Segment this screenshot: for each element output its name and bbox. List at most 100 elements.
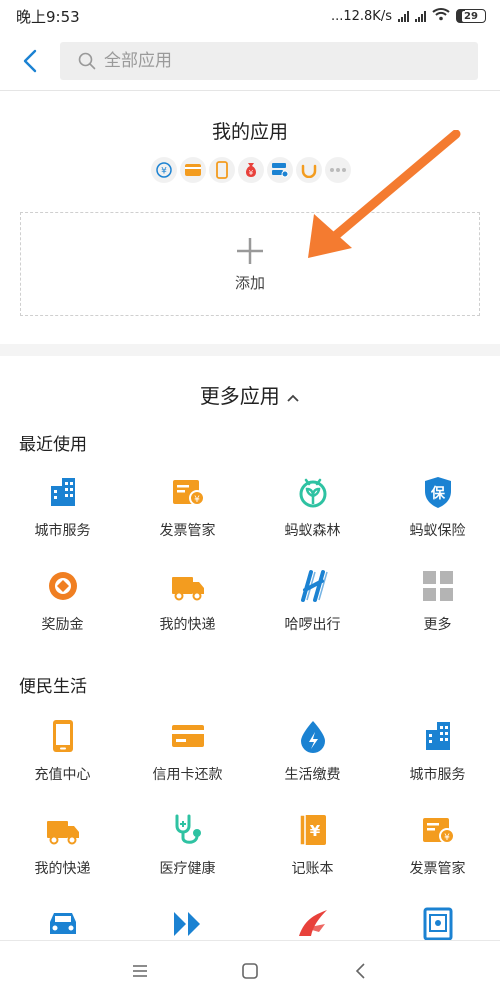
svg-text:¥: ¥ (249, 169, 254, 177)
life-app-item[interactable]: 充值中心 (0, 700, 125, 794)
city-service-icon (45, 474, 81, 510)
hello-bike-icon (295, 568, 331, 604)
delivery-truck-icon (45, 812, 81, 848)
home-square-icon (242, 962, 258, 979)
more-dots-icon (325, 157, 351, 183)
battery-icon: 29 (456, 9, 486, 23)
svg-text:保: 保 (430, 485, 446, 502)
more-apps-section: 更多应用 最近使用 城市服务 ¥ 发票管家 蚂蚁森林保蚂蚁保险 奖励金 我的快递 哈啰出行更… (0, 356, 500, 940)
life-section-title: 便民生活 (19, 677, 87, 697)
system-nav-bar (0, 940, 500, 1000)
more-apps-label: 更多应用 (199, 384, 280, 408)
recent-app-label: 发票管家 (159, 523, 216, 539)
back-chevron-icon (355, 962, 365, 979)
search-box[interactable] (60, 42, 478, 80)
ant-forest-icon (295, 474, 331, 510)
invoice-icon: ¥ (420, 812, 456, 848)
life-app-label: 城市服务 (409, 767, 466, 783)
my-apps-section: 我的应用 ¥ ¥ 添加 (0, 90, 500, 344)
utility-drop-icon (295, 718, 331, 754)
recent-section-title: 最近使用 (19, 435, 87, 455)
nav-back-button[interactable] (345, 956, 375, 986)
menu-button[interactable] (125, 956, 155, 986)
my-apps-icons[interactable]: ¥ ¥ (151, 157, 351, 183)
life-app-label: 信用卡还款 (152, 767, 223, 783)
insurance-shield-icon: 保 (420, 474, 456, 510)
life-app-item[interactable] (375, 888, 500, 940)
recent-app-label: 我的快递 (159, 617, 216, 633)
recent-app-item[interactable]: 蚂蚁森林 (250, 456, 375, 550)
airline-icon (295, 906, 331, 940)
network-speed: ...12.8K/s (330, 8, 392, 24)
life-app-label: 记账本 (291, 861, 334, 877)
phone-icon (209, 157, 235, 183)
life-app-label: 我的快递 (34, 861, 91, 877)
recent-app-item[interactable]: 保蚂蚁保险 (375, 456, 500, 550)
life-app-item[interactable]: ¥ 记账本 (250, 794, 375, 888)
recent-app-label: 蚂蚁保险 (409, 523, 466, 539)
add-app-button[interactable]: 添加 (20, 212, 480, 316)
account-book-icon: ¥ (295, 812, 331, 848)
life-app-label: 发票管家 (409, 861, 466, 877)
signal-icon-2 (415, 10, 426, 22)
life-app-item[interactable]: 我的快递 (0, 794, 125, 888)
back-icon (23, 49, 37, 73)
forward-chevrons-icon (170, 906, 206, 940)
life-app-item[interactable] (0, 888, 125, 940)
life-app-item[interactable]: 医疗健康 (125, 794, 250, 888)
life-app-label: 生活缴费 (284, 767, 341, 783)
status-bar: 晚上9:53 ...12.8K/s 29 (0, 0, 500, 32)
recent-app-label: 蚂蚁森林 (284, 523, 341, 539)
life-app-label: 医疗健康 (159, 861, 216, 877)
battery-level: 29 (462, 10, 480, 22)
phone-recharge-icon (45, 718, 81, 754)
recent-app-label: 奖励金 (41, 617, 84, 633)
signal-icon (398, 10, 409, 22)
car-icon (45, 906, 81, 940)
life-app-item[interactable]: 城市服务 (375, 700, 500, 794)
life-app-item[interactable]: 生活缴费 (250, 700, 375, 794)
recent-app-label: 更多 (423, 617, 452, 633)
back-button[interactable] (0, 32, 60, 90)
delivery-truck-icon (170, 568, 206, 604)
recent-app-item[interactable]: ¥ 发票管家 (125, 456, 250, 550)
home-button[interactable] (235, 956, 265, 986)
search-input[interactable] (104, 51, 444, 71)
status-time: 晚上9:53 (16, 7, 80, 26)
didi-icon (296, 157, 322, 183)
money-bag-icon: ¥ (238, 157, 264, 183)
life-app-item[interactable]: 信用卡还款 (125, 700, 250, 794)
chevron-up-icon (287, 394, 299, 402)
life-app-label: 充值中心 (34, 767, 91, 783)
credit-card-icon (170, 718, 206, 754)
svg-text:¥: ¥ (444, 833, 450, 843)
reward-icon (45, 568, 81, 604)
life-app-item[interactable] (125, 888, 250, 940)
svg-text:¥: ¥ (161, 167, 167, 177)
more-grid-icon (420, 568, 456, 604)
svg-text:¥: ¥ (194, 495, 200, 505)
recent-apps-grid: 城市服务 ¥ 发票管家 蚂蚁森林 保蚂蚁保险奖励金 我的快递 哈啰出行 更多 (0, 456, 500, 644)
life-apps-grid: 充值中心 信用卡还款 生活缴费 城市服务我的快递 医疗健康 ¥ 记账本 ¥ 发票管家 (0, 700, 500, 940)
stethoscope-icon (170, 812, 206, 848)
recent-app-item[interactable]: 哈啰出行 (250, 550, 375, 644)
recent-app-label: 哈啰出行 (284, 617, 341, 633)
recent-app-label: 城市服务 (34, 523, 91, 539)
transfer-icon: ¥ (151, 157, 177, 183)
life-app-item[interactable] (250, 888, 375, 940)
my-apps-title: 我的应用 (211, 121, 288, 143)
menu-icon (133, 964, 147, 977)
recent-app-item[interactable]: 我的快递 (125, 550, 250, 644)
life-app-item[interactable]: ¥ 发票管家 (375, 794, 500, 888)
plus-icon (237, 237, 263, 264)
city-service-icon (420, 718, 456, 754)
recent-app-item[interactable]: 奖励金 (0, 550, 125, 644)
search-header (0, 32, 500, 90)
add-label: 添加 (234, 273, 265, 292)
status-indicators: ...12.8K/s 29 (331, 7, 486, 25)
safe-box-icon (420, 906, 456, 940)
search-icon (78, 52, 96, 70)
recent-app-item[interactable]: 更多 (375, 550, 500, 644)
recent-app-item[interactable]: 城市服务 (0, 456, 125, 550)
more-apps-title[interactable]: 更多应用 (0, 380, 500, 409)
